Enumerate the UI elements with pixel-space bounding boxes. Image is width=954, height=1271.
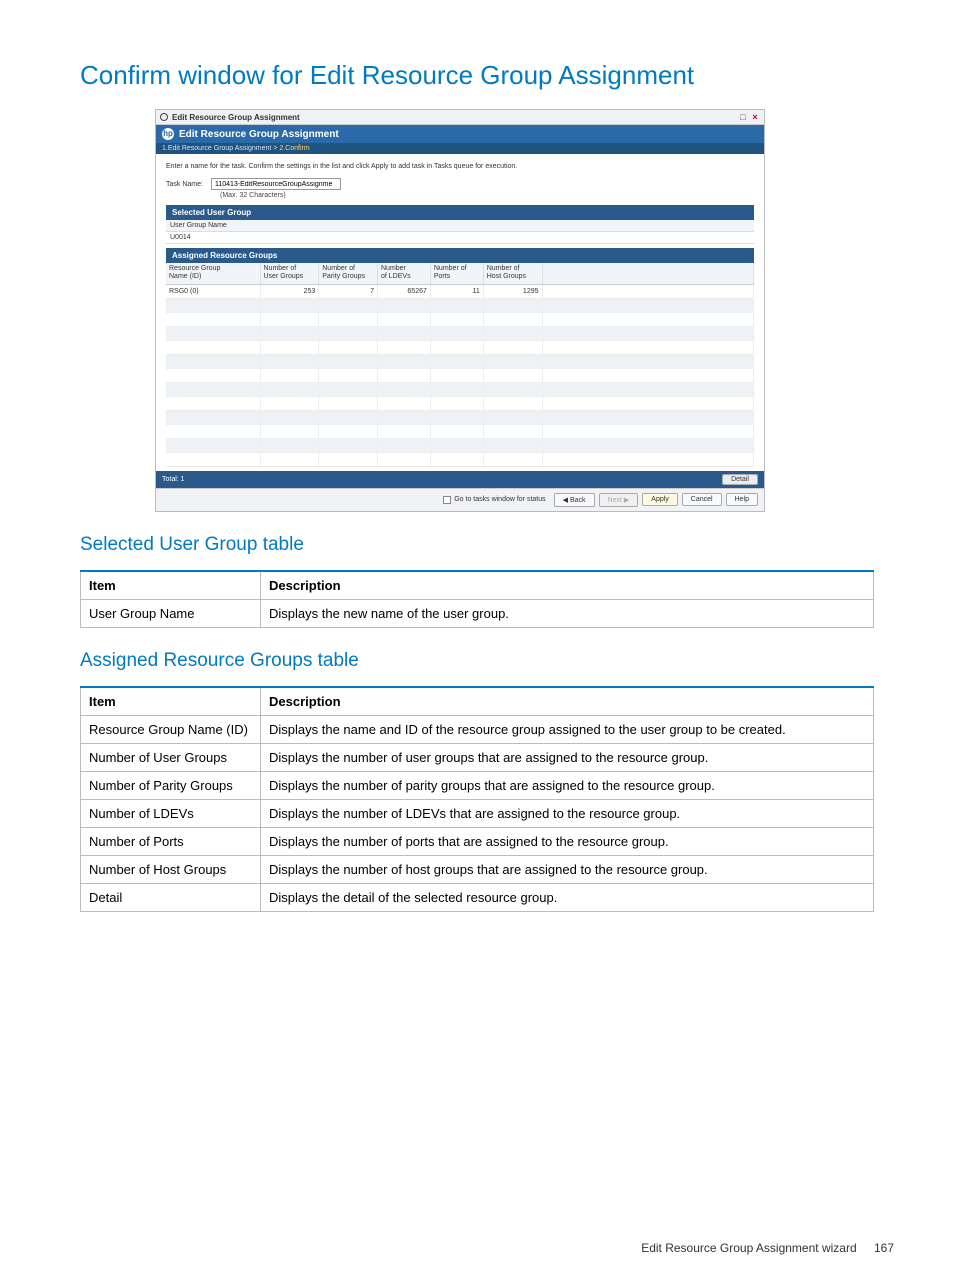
table-row[interactable]: RSG0 (0) 253 7 65267 11 1295 xyxy=(166,284,754,298)
dialog-title: Edit Resource Group Assignment xyxy=(179,129,339,140)
col-parity-groups: Number ofParity Groups xyxy=(319,263,378,284)
breadcrumb-step1: 1.Edit Resource Group Assignment > xyxy=(162,145,277,152)
assigned-resource-groups-table: Resource GroupName (ID) Number ofUser Gr… xyxy=(166,263,754,467)
goto-tasks-checkbox[interactable]: Go to tasks window for status xyxy=(443,496,545,504)
back-button[interactable]: ◀ Back xyxy=(554,493,595,507)
cell-user-group-name: U0014 xyxy=(166,232,754,244)
col-host-groups: Number ofHost Groups xyxy=(483,263,542,284)
table-row: Number of LDEVsDisplays the number of LD… xyxy=(81,799,874,827)
checkbox-icon[interactable] xyxy=(443,496,451,504)
col-user-groups: Number ofUser Groups xyxy=(260,263,319,284)
col-description: Description xyxy=(261,571,874,600)
table-row: Number of Parity GroupsDisplays the numb… xyxy=(81,771,874,799)
cancel-button[interactable]: Cancel xyxy=(682,493,722,506)
table-footer: Total: 1 Detail xyxy=(156,471,764,488)
footer-label: Edit Resource Group Assignment wizard xyxy=(641,1241,856,1255)
total-count: Total: 1 xyxy=(162,476,185,483)
window-close-icon[interactable]: × xyxy=(750,112,760,122)
table-row: DetailDisplays the detail of the selecte… xyxy=(81,883,874,911)
section-selected-user-group: Selected User Group table xyxy=(80,534,874,556)
confirm-window: Edit Resource Group Assignment □ × hp Ed… xyxy=(155,109,765,512)
help-button[interactable]: Help xyxy=(726,493,758,506)
task-name-label: Task Name: xyxy=(166,181,203,188)
page-title: Confirm window for Edit Resource Group A… xyxy=(80,60,874,91)
window-title: Edit Resource Group Assignment xyxy=(172,113,300,122)
table-row: Number of PortsDisplays the number of po… xyxy=(81,827,874,855)
detail-button[interactable]: Detail xyxy=(722,474,758,485)
next-button: Next ▶ xyxy=(599,493,639,507)
dialog-footer: Go to tasks window for status ◀ Back Nex… xyxy=(156,488,764,511)
table-row: User Group Name Displays the new name of… xyxy=(81,599,874,627)
assigned-resource-groups-doc-table: Item Description Resource Group Name (ID… xyxy=(80,686,874,912)
breadcrumb: 1.Edit Resource Group Assignment > 2.Con… xyxy=(156,143,764,154)
instruction-text: Enter a name for the task. Confirm the s… xyxy=(166,163,754,170)
pin-icon[interactable] xyxy=(160,113,168,121)
selected-user-group-table: User Group Name U0014 xyxy=(166,220,754,244)
page-number: 167 xyxy=(874,1241,894,1255)
col-ports: Number ofPorts xyxy=(430,263,483,284)
breadcrumb-step2: 2.Confirm xyxy=(279,145,309,152)
table-row: Number of User GroupsDisplays the number… xyxy=(81,743,874,771)
window-titlebar: Edit Resource Group Assignment □ × xyxy=(156,110,764,125)
table-row: Resource Group Name (ID)Displays the nam… xyxy=(81,715,874,743)
table-row: Number of Host GroupsDisplays the number… xyxy=(81,855,874,883)
col-user-group-name: User Group Name xyxy=(166,220,754,232)
hp-logo-icon: hp xyxy=(162,128,174,140)
selected-user-group-header: Selected User Group xyxy=(166,205,754,220)
col-item: Item xyxy=(81,687,261,716)
col-item: Item xyxy=(81,571,261,600)
assigned-resource-groups-header: Assigned Resource Groups xyxy=(166,248,754,263)
col-description: Description xyxy=(261,687,874,716)
col-rg-name: Resource GroupName (ID) xyxy=(166,263,260,284)
selected-user-group-doc-table: Item Description User Group Name Display… xyxy=(80,570,874,628)
task-name-hint: (Max. 32 Characters) xyxy=(220,192,754,199)
window-maximize-icon[interactable]: □ xyxy=(738,112,748,122)
task-name-input[interactable] xyxy=(211,178,341,190)
col-ldevs: Numberof LDEVs xyxy=(378,263,431,284)
dialog-header: hp Edit Resource Group Assignment xyxy=(156,125,764,143)
page-footer: Edit Resource Group Assignment wizard 16… xyxy=(641,1241,894,1255)
apply-button[interactable]: Apply xyxy=(642,493,678,506)
col-spacer xyxy=(542,263,754,284)
section-assigned-resource-groups: Assigned Resource Groups table xyxy=(80,650,874,672)
